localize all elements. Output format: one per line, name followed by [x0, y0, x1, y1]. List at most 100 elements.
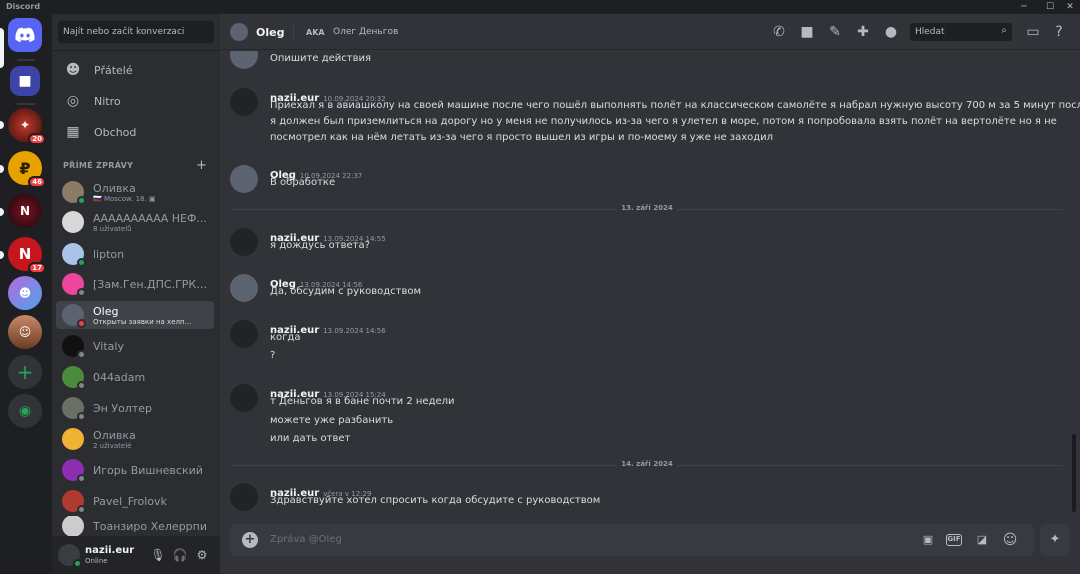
character-icon: ☻	[18, 286, 32, 300]
dm-item[interactable]: Эн Уолтер	[56, 394, 214, 422]
server-icon[interactable]: N	[8, 194, 42, 228]
server-icon[interactable]: ☺	[8, 315, 42, 349]
message-avatar[interactable]	[230, 483, 258, 511]
mention-badge: 20	[28, 133, 46, 145]
voice-call-icon[interactable]: ✆	[770, 23, 788, 41]
mic-icon[interactable]: 🎙	[150, 547, 166, 563]
mention-badge: 17	[28, 262, 46, 274]
dm-item[interactable]: Оливка 🇷🇺 Moscow. 18. ▣	[56, 178, 214, 206]
server-icon[interactable]: ₽ 46	[8, 151, 46, 188]
date-label: 13. září 2024	[617, 204, 677, 212]
dm-name: АААААААААА НЕФ...	[93, 211, 207, 225]
dm-item[interactable]: [Зам.Ген.ДПС.ГРК] К...	[56, 270, 214, 298]
dm-item[interactable]: Pavel_Frolovk	[56, 487, 214, 515]
avatar	[62, 335, 86, 359]
dm-item[interactable]: АААААААААА НЕФ... 8 uživatelů	[56, 208, 214, 236]
dm-sidebar: Najít nebo začít konverzaci ☻ Přátelé ◎ …	[52, 14, 220, 574]
dm-item[interactable]: lipton	[56, 240, 214, 268]
nav-friends[interactable]: ☻ Přátelé	[58, 56, 214, 84]
settings-gear-icon[interactable]: ⚙	[194, 547, 210, 563]
maximize-button[interactable]: ☐	[1042, 1, 1058, 13]
message-avatar[interactable]	[230, 165, 258, 193]
message-scrollbar[interactable]	[1071, 54, 1077, 514]
status-online-icon	[73, 559, 82, 568]
video-call-icon[interactable]: ■	[798, 23, 816, 41]
dm-search-input[interactable]: Najít nebo začít konverzaci	[58, 21, 214, 43]
message-avatar[interactable]	[230, 274, 258, 302]
home-dm-button[interactable]	[8, 18, 42, 52]
dm-name: 044adam	[93, 370, 146, 384]
message-list: Опишите действия nazii.eur 10.09.2024 20:…	[220, 51, 1080, 521]
message-avatar[interactable]	[230, 228, 258, 256]
dm-item[interactable]: 044adam	[56, 363, 214, 391]
server-folder[interactable]: ■	[10, 66, 40, 96]
dm-name: Оливка	[93, 428, 136, 442]
avatar	[62, 516, 84, 536]
gift-icon[interactable]: ▣	[920, 532, 936, 548]
avatar	[62, 211, 84, 233]
user-status: Online	[85, 557, 108, 565]
dm-item[interactable]: Тоанзиро Хелеррпи	[56, 516, 214, 536]
server-icon[interactable]: ✦ 20	[8, 108, 46, 145]
dm-name: Pavel_Frolovk	[93, 494, 167, 508]
avatar	[62, 181, 86, 205]
explore-servers-button[interactable]: ◉	[8, 394, 42, 428]
create-dm-button[interactable]: +	[196, 158, 207, 173]
user-profile-icon[interactable]: ●	[882, 23, 900, 41]
aka-label: AKA	[306, 28, 325, 37]
status-offline-icon	[77, 474, 86, 483]
dm-name: Игорь Вишневский	[93, 463, 203, 477]
dm-item[interactable]: Игорь Вишневский	[56, 456, 214, 484]
server-emblem-icon: N	[18, 245, 32, 263]
apps-icon[interactable]: ✦	[1040, 524, 1070, 556]
emoji-icon[interactable]: ☺	[1002, 532, 1018, 548]
status-online-icon	[77, 258, 86, 267]
plus-icon: +	[16, 360, 34, 384]
dm-name: Оливка	[93, 181, 136, 195]
message-text: я дождусь ответа?	[270, 240, 370, 251]
dm-item[interactable]: Vitaly	[56, 332, 214, 360]
date-separator: 14. září 2024	[232, 460, 1062, 468]
dm-name: Oleg	[93, 304, 119, 318]
message-text: В обработке	[270, 177, 336, 188]
dm-item[interactable]: Оливка 2 uživatelé	[56, 425, 214, 453]
attach-plus-icon[interactable]: +	[242, 532, 258, 548]
scrollbar-thumb[interactable]	[1072, 434, 1076, 512]
message-avatar[interactable]	[230, 88, 258, 116]
message-avatar[interactable]	[230, 320, 258, 348]
dm-item-active[interactable]: Oleg Открыты заявки на хелп...	[56, 301, 214, 329]
compass-icon: ◉	[18, 403, 32, 419]
dm-name: [Зам.Ген.ДПС.ГРК] К...	[93, 277, 211, 291]
message-input[interactable]: Zpráva @Oleg	[270, 534, 342, 545]
header-username[interactable]: Oleg	[256, 26, 284, 39]
message-text: Приехал я в авиашколу на своей машине по…	[270, 100, 1080, 111]
message-avatar[interactable]	[230, 51, 258, 69]
header-search-input[interactable]: Hledat ⌕	[910, 23, 1012, 41]
headset-icon[interactable]: 🎧	[172, 547, 188, 563]
message-avatar[interactable]	[230, 384, 258, 412]
message-text: я должен был приземлиться на дорогу но у…	[270, 116, 1057, 127]
help-icon[interactable]: ?	[1050, 23, 1068, 41]
pin-icon[interactable]: ✎	[826, 23, 844, 41]
add-friends-to-dm-icon[interactable]: ✚	[854, 23, 872, 41]
status-online-icon	[77, 196, 86, 205]
sticker-icon[interactable]: ◪	[974, 532, 990, 548]
status-offline-icon	[77, 412, 86, 421]
nav-shop[interactable]: ▦ Obchod	[58, 118, 214, 146]
minimize-button[interactable]: ─	[1016, 1, 1032, 13]
dm-subtitle: 8 uživatelů	[93, 224, 132, 233]
server-icon[interactable]: N 17	[8, 237, 46, 274]
unread-indicator	[0, 208, 4, 216]
server-icon[interactable]: ☻	[8, 276, 42, 310]
gif-button[interactable]: GIF	[946, 534, 962, 546]
close-button[interactable]: ✕	[1062, 1, 1078, 13]
status-offline-icon	[77, 288, 86, 297]
avatar	[62, 459, 86, 483]
message-composer[interactable]: + Zpráva @Oleg ▣ GIF ◪ ☺	[230, 524, 1034, 556]
user-avatar[interactable]	[58, 544, 82, 568]
inbox-icon[interactable]: ▭	[1024, 23, 1042, 41]
nav-nitro[interactable]: ◎ Nitro	[58, 87, 214, 115]
message-text: когда	[270, 332, 301, 343]
add-server-button[interactable]: +	[8, 355, 42, 389]
dm-subtitle: 2 uživatelé	[93, 441, 132, 450]
